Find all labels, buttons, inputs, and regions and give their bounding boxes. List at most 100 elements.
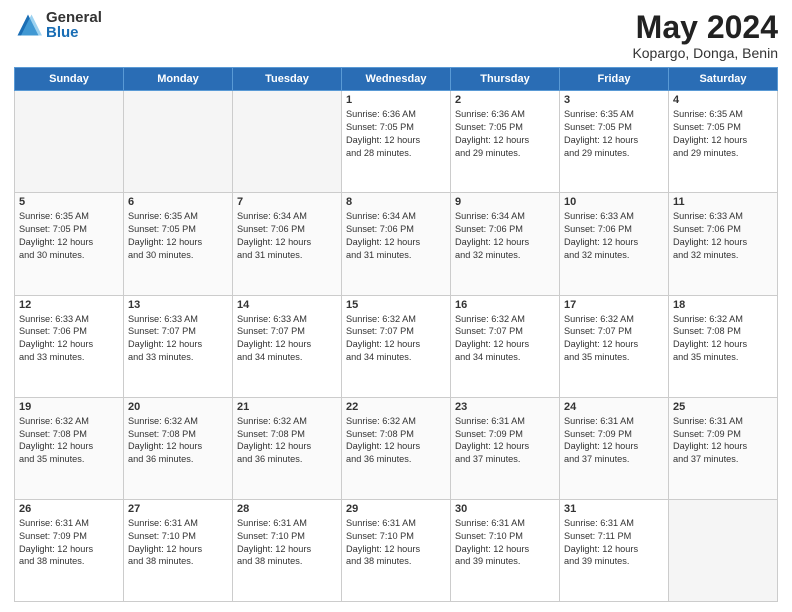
day-info: Sunrise: 6:31 AM Sunset: 7:09 PM Dayligh… [19,517,119,569]
day-info: Sunrise: 6:32 AM Sunset: 7:08 PM Dayligh… [673,313,773,365]
day-number: 11 [673,196,773,208]
table-row: 4Sunrise: 6:35 AM Sunset: 7:05 PM Daylig… [669,91,778,193]
day-number: 26 [19,503,119,515]
title-location: Kopargo, Donga, Benin [632,45,778,61]
table-row: 5Sunrise: 6:35 AM Sunset: 7:05 PM Daylig… [15,193,124,295]
day-info: Sunrise: 6:31 AM Sunset: 7:10 PM Dayligh… [455,517,555,569]
calendar-week-row: 19 Sunrise: 6:32 AM Sunset: 7:08 PM Dayli… [15,397,778,499]
day-number: 13 [128,299,228,311]
table-row: 31 Sunrise: 6:31 AM Sunset: 7:11 PM Dayli… [560,499,669,601]
calendar-week-row: 5Sunrise: 6:35 AM Sunset: 7:05 PM Daylig… [15,193,778,295]
day-info: Sunrise: 6:35 AM Sunset: 7:05 PM Dayligh… [564,108,664,160]
day-info: Sunrise: 6:33 AM Sunset: 7:06 PM Dayligh… [564,210,664,262]
header: General Blue May 2024 Kopargo, Donga, Be… [14,10,778,61]
table-row: 6 Sunrise: 6:35 AM Sunset: 7:05 PM Daylig… [124,193,233,295]
table-row [124,91,233,193]
day-number: 1 [346,94,446,106]
table-row: 12Sunrise: 6:33 AM Sunset: 7:06 PM Dayli… [15,295,124,397]
day-info: Sunrise: 6:36 AM Sunset: 7:05 PM Dayligh… [455,108,555,160]
day-info: Sunrise: 6:35 AM Sunset: 7:05 PM Dayligh… [673,108,773,160]
table-row: 10 Sunrise: 6:33 AM Sunset: 7:06 PM Dayli… [560,193,669,295]
col-monday: Monday [124,68,233,91]
day-number: 3 [564,94,664,106]
calendar-table: Sunday Monday Tuesday Wednesday Thursday… [14,67,778,602]
table-row: 27 Sunrise: 6:31 AM Sunset: 7:10 PM Dayli… [124,499,233,601]
calendar-week-row: 12Sunrise: 6:33 AM Sunset: 7:06 PM Dayli… [15,295,778,397]
table-row: 2Sunrise: 6:36 AM Sunset: 7:05 PM Daylig… [451,91,560,193]
table-row: 16 Sunrise: 6:32 AM Sunset: 7:07 PM Dayli… [451,295,560,397]
day-number: 23 [455,401,555,413]
table-row: 26 Sunrise: 6:31 AM Sunset: 7:09 PM Dayli… [15,499,124,601]
calendar-header-row: Sunday Monday Tuesday Wednesday Thursday… [15,68,778,91]
table-row [669,499,778,601]
title-month: May 2024 [632,10,778,45]
logo-icon [14,11,42,39]
day-number: 31 [564,503,664,515]
day-number: 8 [346,196,446,208]
table-row: 18Sunrise: 6:32 AM Sunset: 7:08 PM Dayli… [669,295,778,397]
day-info: Sunrise: 6:36 AM Sunset: 7:05 PM Dayligh… [346,108,446,160]
day-info: Sunrise: 6:31 AM Sunset: 7:10 PM Dayligh… [346,517,446,569]
logo-general-text: General [46,10,102,25]
col-saturday: Saturday [669,68,778,91]
table-row: 24 Sunrise: 6:31 AM Sunset: 7:09 PM Dayli… [560,397,669,499]
table-row [15,91,124,193]
table-row: 8 Sunrise: 6:34 AM Sunset: 7:06 PM Daylig… [342,193,451,295]
day-number: 24 [564,401,664,413]
day-info: Sunrise: 6:35 AM Sunset: 7:05 PM Dayligh… [19,210,119,262]
day-number: 30 [455,503,555,515]
table-row: 3 Sunrise: 6:35 AM Sunset: 7:05 PM Daylig… [560,91,669,193]
logo-blue-text: Blue [46,25,102,40]
table-row: 14 Sunrise: 6:33 AM Sunset: 7:07 PM Dayli… [233,295,342,397]
col-tuesday: Tuesday [233,68,342,91]
day-number: 25 [673,401,773,413]
day-number: 16 [455,299,555,311]
day-number: 6 [128,196,228,208]
day-info: Sunrise: 6:33 AM Sunset: 7:06 PM Dayligh… [673,210,773,262]
calendar-week-row: 26 Sunrise: 6:31 AM Sunset: 7:09 PM Dayli… [15,499,778,601]
table-row: 21Sunrise: 6:32 AM Sunset: 7:08 PM Dayli… [233,397,342,499]
table-row: 1 Sunrise: 6:36 AM Sunset: 7:05 PM Daylig… [342,91,451,193]
day-number: 12 [19,299,119,311]
day-info: Sunrise: 6:32 AM Sunset: 7:07 PM Dayligh… [346,313,446,365]
day-info: Sunrise: 6:31 AM Sunset: 7:10 PM Dayligh… [128,517,228,569]
day-info: Sunrise: 6:32 AM Sunset: 7:08 PM Dayligh… [346,415,446,467]
table-row: 13 Sunrise: 6:33 AM Sunset: 7:07 PM Dayli… [124,295,233,397]
table-row: 20 Sunrise: 6:32 AM Sunset: 7:08 PM Dayli… [124,397,233,499]
day-info: Sunrise: 6:32 AM Sunset: 7:08 PM Dayligh… [128,415,228,467]
day-info: Sunrise: 6:35 AM Sunset: 7:05 PM Dayligh… [128,210,228,262]
table-row: 17Sunrise: 6:32 AM Sunset: 7:07 PM Dayli… [560,295,669,397]
day-info: Sunrise: 6:32 AM Sunset: 7:07 PM Dayligh… [455,313,555,365]
table-row: 25 Sunrise: 6:31 AM Sunset: 7:09 PM Dayli… [669,397,778,499]
day-info: Sunrise: 6:31 AM Sunset: 7:09 PM Dayligh… [673,415,773,467]
day-number: 14 [237,299,337,311]
day-info: Sunrise: 6:31 AM Sunset: 7:10 PM Dayligh… [237,517,337,569]
day-number: 27 [128,503,228,515]
day-number: 10 [564,196,664,208]
day-number: 29 [346,503,446,515]
day-info: Sunrise: 6:34 AM Sunset: 7:06 PM Dayligh… [455,210,555,262]
title-block: May 2024 Kopargo, Donga, Benin [632,10,778,61]
day-number: 19 [19,401,119,413]
day-info: Sunrise: 6:33 AM Sunset: 7:07 PM Dayligh… [128,313,228,365]
table-row: 15Sunrise: 6:32 AM Sunset: 7:07 PM Dayli… [342,295,451,397]
table-row: 29 Sunrise: 6:31 AM Sunset: 7:10 PM Dayli… [342,499,451,601]
day-number: 28 [237,503,337,515]
day-number: 20 [128,401,228,413]
day-info: Sunrise: 6:31 AM Sunset: 7:11 PM Dayligh… [564,517,664,569]
day-info: Sunrise: 6:33 AM Sunset: 7:07 PM Dayligh… [237,313,337,365]
day-info: Sunrise: 6:32 AM Sunset: 7:07 PM Dayligh… [564,313,664,365]
day-info: Sunrise: 6:32 AM Sunset: 7:08 PM Dayligh… [237,415,337,467]
table-row [233,91,342,193]
logo-text: General Blue [46,10,102,40]
day-number: 9 [455,196,555,208]
day-info: Sunrise: 6:34 AM Sunset: 7:06 PM Dayligh… [237,210,337,262]
calendar-week-row: 1 Sunrise: 6:36 AM Sunset: 7:05 PM Daylig… [15,91,778,193]
day-info: Sunrise: 6:31 AM Sunset: 7:09 PM Dayligh… [455,415,555,467]
day-info: Sunrise: 6:31 AM Sunset: 7:09 PM Dayligh… [564,415,664,467]
table-row: 28 Sunrise: 6:31 AM Sunset: 7:10 PM Dayli… [233,499,342,601]
day-info: Sunrise: 6:34 AM Sunset: 7:06 PM Dayligh… [346,210,446,262]
table-row: 19Sunrise: 6:32 AM Sunset: 7:08 PM Dayli… [15,397,124,499]
col-friday: Friday [560,68,669,91]
table-row: 30 Sunrise: 6:31 AM Sunset: 7:10 PM Dayli… [451,499,560,601]
